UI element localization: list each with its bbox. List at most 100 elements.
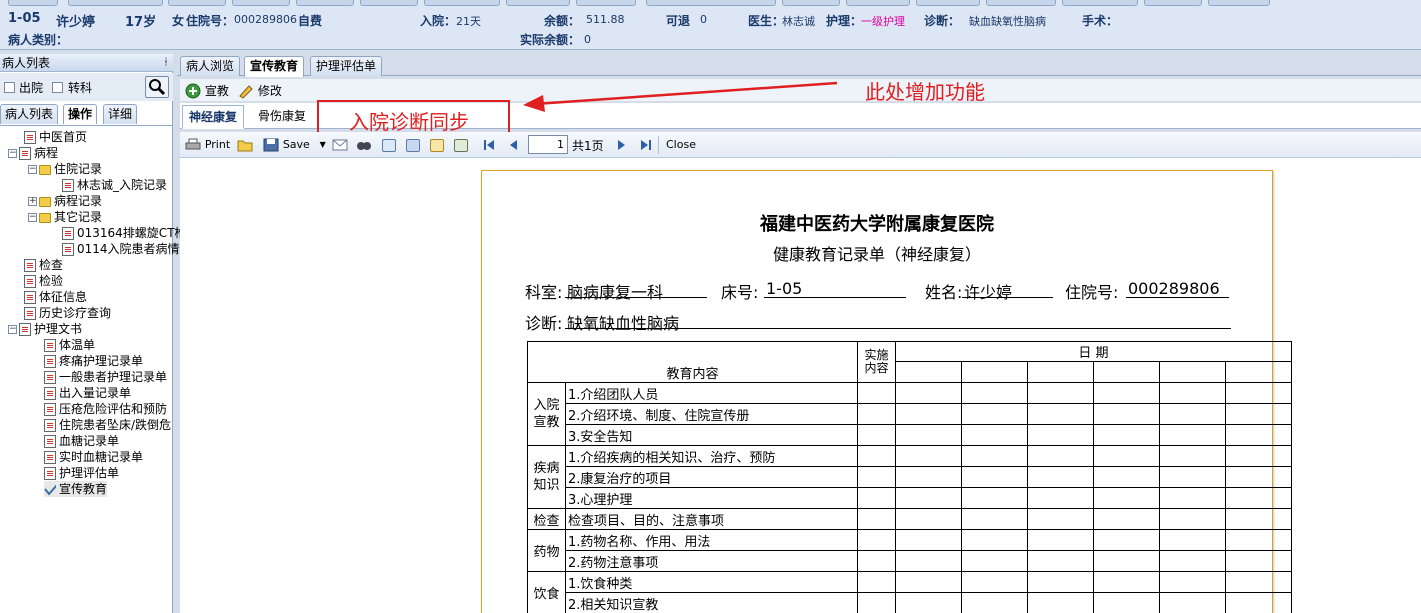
category-admission: 入院 宣教 [527, 382, 566, 446]
inpatient-label: 入院： [420, 14, 457, 28]
dropdown-arrow-icon[interactable]: ▼ [320, 140, 326, 149]
tab-nursing-assessment[interactable]: 护理评估单 [310, 56, 383, 76]
tree-item-other-records[interactable]: − 其它记录 [28, 209, 102, 225]
search-button[interactable] [145, 76, 169, 98]
tree-item-intake-output[interactable]: 出入量记录单 [44, 385, 131, 401]
patient-sex: 女 [172, 14, 185, 28]
print-button[interactable]: Print [185, 137, 230, 152]
form-icon [44, 371, 56, 384]
tree-item-general-nursing[interactable]: 一般患者护理记录单 [44, 369, 167, 385]
toolbar-button[interactable] [232, 0, 290, 6]
actual-balance-label: 实际余额： [520, 33, 581, 47]
toolbar-button[interactable] [846, 0, 910, 6]
tab-details[interactable]: 详细 [103, 104, 138, 124]
first-page-icon[interactable] [483, 139, 495, 151]
actual-balance: 0 [584, 33, 591, 46]
tree-item-nursing-assessment[interactable]: 护理评估单 [44, 465, 119, 481]
toolbar-button[interactable] [8, 0, 58, 6]
diag-value: 缺氧缺血性脑病 [567, 314, 680, 333]
edit-button[interactable]: 修改 [238, 82, 282, 99]
toolbar-button[interactable] [296, 0, 354, 6]
tab-patient-list[interactable]: 病人列表 [0, 104, 59, 124]
close-button[interactable]: Close [666, 138, 696, 151]
next-page-icon[interactable] [617, 139, 627, 151]
add-education-button[interactable]: 宣教 [185, 82, 229, 98]
tree-item-history[interactable]: 历史诊疗查询 [24, 305, 111, 321]
check-icon [44, 484, 56, 496]
tree-item-inpatient-records[interactable]: − 住院记录 [28, 161, 102, 177]
printer-icon [185, 138, 201, 149]
tree-item-vitals[interactable]: 体征信息 [24, 289, 87, 305]
tree-item-nursing-docs[interactable]: − 护理文书 [8, 321, 82, 337]
tab-operations[interactable]: 操作 [63, 104, 98, 124]
tab-health-education[interactable]: 宣传教育 [244, 56, 305, 77]
discharged-checkbox[interactable] [4, 82, 15, 93]
collapse-icon[interactable]: − [8, 149, 17, 158]
toolbar-button[interactable] [986, 0, 1056, 6]
transfer-label: 转科 [68, 81, 93, 95]
page-number-input[interactable]: 1 [528, 135, 568, 154]
last-page-icon[interactable] [640, 139, 652, 151]
toolbar-button[interactable] [506, 0, 570, 6]
edit-report-icon[interactable] [430, 139, 444, 152]
toolbar-button[interactable] [646, 0, 776, 6]
nav-tree: 中医首页 − 病程 − 住院记录 林志诚_入院记录 + 病程记录 − 其它记录 0131… [0, 128, 187, 613]
patient-list-panel: 病人列表 ᚽ 出院 转科 病人列表 操作 详细 中医首页 − 病程 − 住院记录 林… [0, 54, 187, 613]
tab-ortho-rehab[interactable]: 骨伤康复 [252, 105, 312, 129]
balance: 511.88 [586, 13, 625, 26]
toolbar-button[interactable] [1208, 0, 1270, 6]
toolbar-button[interactable] [1062, 0, 1138, 6]
dept-label: 科室: [525, 283, 563, 302]
tab-patient-browse[interactable]: 病人浏览 [180, 56, 241, 76]
tree-item-fall-risk[interactable]: 住院患者坠床/跌倒危 [44, 417, 171, 433]
doctor-label: 医生： [748, 14, 785, 28]
tree-item-course[interactable]: − 病程 [8, 145, 58, 161]
toolbar-button[interactable] [916, 0, 980, 6]
pin-icon[interactable]: ᚽ [163, 54, 169, 72]
page-setup-icon[interactable] [382, 139, 396, 152]
document-icon [24, 291, 36, 304]
previous-page-icon[interactable] [508, 139, 518, 151]
collapse-icon[interactable]: − [28, 213, 37, 222]
tree-item-temperature[interactable]: 体温单 [44, 337, 95, 353]
save-button[interactable]: Save ▼ [263, 137, 326, 152]
settings-icon[interactable] [406, 139, 420, 152]
tree-item-ct-record[interactable]: 013164排螺旋CT椎 [62, 225, 187, 241]
toolbar-button[interactable] [68, 0, 163, 6]
tree-item-realtime-glucose[interactable]: 实时血糖记录单 [44, 449, 143, 465]
tree-item-condition-record[interactable]: 0114入院患者病情 [62, 241, 180, 257]
tree-item-health-education[interactable]: 宣传教育 [44, 481, 108, 497]
form-icon [44, 339, 56, 352]
category-disease: 疾病 知识 [527, 445, 566, 509]
tree-item-progress-notes[interactable]: + 病程记录 [28, 193, 102, 209]
tree-item-pressure-sore[interactable]: 压疮危险评估和预防 [44, 401, 167, 417]
item-row: 2.药物注意事项 [565, 550, 858, 572]
open-folder-icon[interactable] [237, 138, 253, 152]
tree-item-admission-record[interactable]: 林志诚_入院记录 [62, 177, 167, 193]
toolbar-button[interactable] [1144, 0, 1202, 6]
category-diet: 饮食 [527, 571, 566, 613]
tree-item-lab[interactable]: 检验 [24, 273, 63, 289]
document-icon [19, 147, 31, 160]
transfer-checkbox[interactable] [52, 82, 63, 93]
toolbar-button[interactable] [576, 0, 636, 6]
email-icon[interactable] [332, 139, 348, 151]
checkmark-icon [24, 275, 36, 288]
collapse-icon[interactable]: − [28, 165, 37, 174]
tree-item-pain-record[interactable]: 疼痛护理记录单 [44, 353, 143, 369]
collapse-icon[interactable]: − [8, 325, 17, 334]
tree-item-exam[interactable]: 检查 [24, 257, 63, 273]
tree-item-glucose[interactable]: 血糖记录单 [44, 433, 119, 449]
edit-icon [239, 84, 253, 99]
tree-item-tcm-home[interactable]: 中医首页 [24, 129, 87, 145]
export-icon[interactable] [454, 139, 468, 152]
toolbar-button[interactable] [424, 0, 500, 6]
expand-icon[interactable]: + [28, 197, 37, 206]
toolbar-button[interactable] [168, 0, 226, 6]
find-icon[interactable] [356, 138, 372, 152]
toolbar-button[interactable] [360, 0, 418, 6]
tab-neuro-rehab[interactable]: 神经康复 [182, 105, 245, 129]
patient-header: 1-05 许少婷 17岁 女 住院号： 000289806 自费 入院： 21天… [0, 0, 1421, 50]
bed-number: 1-05 [8, 11, 41, 26]
toolbar-button[interactable] [782, 0, 840, 6]
